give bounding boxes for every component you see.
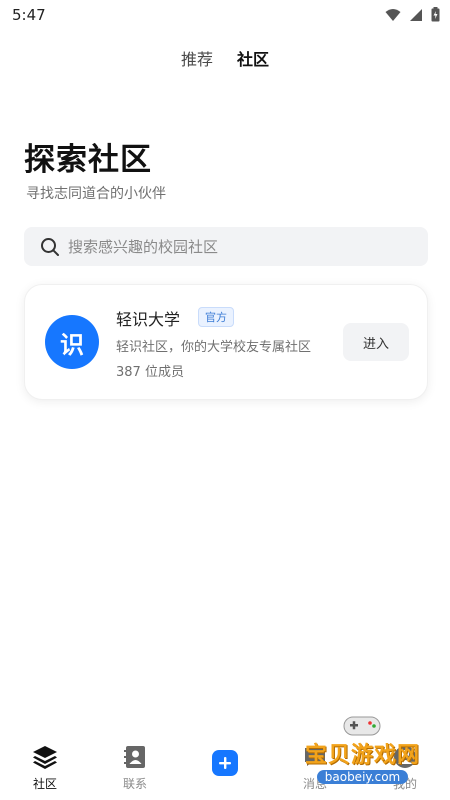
signal-icon (410, 8, 422, 21)
page-subtitle: 寻找志同道合的小伙伴 (26, 186, 166, 202)
community-card[interactable]: 识 轻识大学 官方 轻识社区，你的大学校友专属社区 387 位成员 进入 (24, 284, 428, 400)
wifi-icon (385, 8, 401, 21)
contacts-icon (124, 746, 145, 768)
nav-item-create[interactable] (180, 736, 270, 800)
search-input[interactable] (68, 237, 398, 256)
tab-community[interactable]: 社区 (237, 46, 269, 70)
status-time: 5:47 (12, 6, 46, 24)
tab-recommend[interactable]: 推荐 (181, 46, 213, 70)
nav-item-profile[interactable]: 我的 (360, 736, 450, 800)
bottom-nav: 社区 联系 消息 我的 (0, 736, 450, 800)
layers-icon (33, 746, 57, 769)
official-badge: 官方 (198, 307, 234, 327)
top-tabs: 推荐 社区 (0, 46, 450, 70)
nav-label-messages: 消息 (302, 777, 327, 791)
nav-label-profile: 我的 (392, 777, 417, 791)
nav-item-messages[interactable]: 消息 (270, 736, 360, 800)
community-name: 轻识大学 (116, 310, 181, 329)
nav-item-community[interactable]: 社区 (0, 736, 90, 800)
page-title: 探索社区 (24, 142, 152, 178)
member-count: 387 位成员 (116, 365, 184, 380)
status-icons (385, 7, 440, 22)
search-icon (41, 237, 59, 256)
create-button[interactable] (212, 750, 238, 776)
profile-icon (394, 746, 416, 768)
enter-button[interactable]: 进入 (343, 323, 409, 361)
message-icon (305, 748, 325, 766)
nav-item-contacts[interactable]: 联系 (90, 736, 180, 800)
nav-label-community: 社区 (32, 777, 57, 791)
battery-icon (431, 7, 440, 22)
nav-label-contacts: 联系 (122, 777, 147, 791)
community-description: 轻识社区，你的大学校友专属社区 (116, 340, 312, 355)
community-logo: 识 (45, 315, 99, 369)
gamepad-icon (343, 716, 381, 736)
plus-icon (219, 757, 231, 769)
search-box[interactable] (24, 227, 428, 266)
status-bar: 5:47 (0, 0, 450, 30)
